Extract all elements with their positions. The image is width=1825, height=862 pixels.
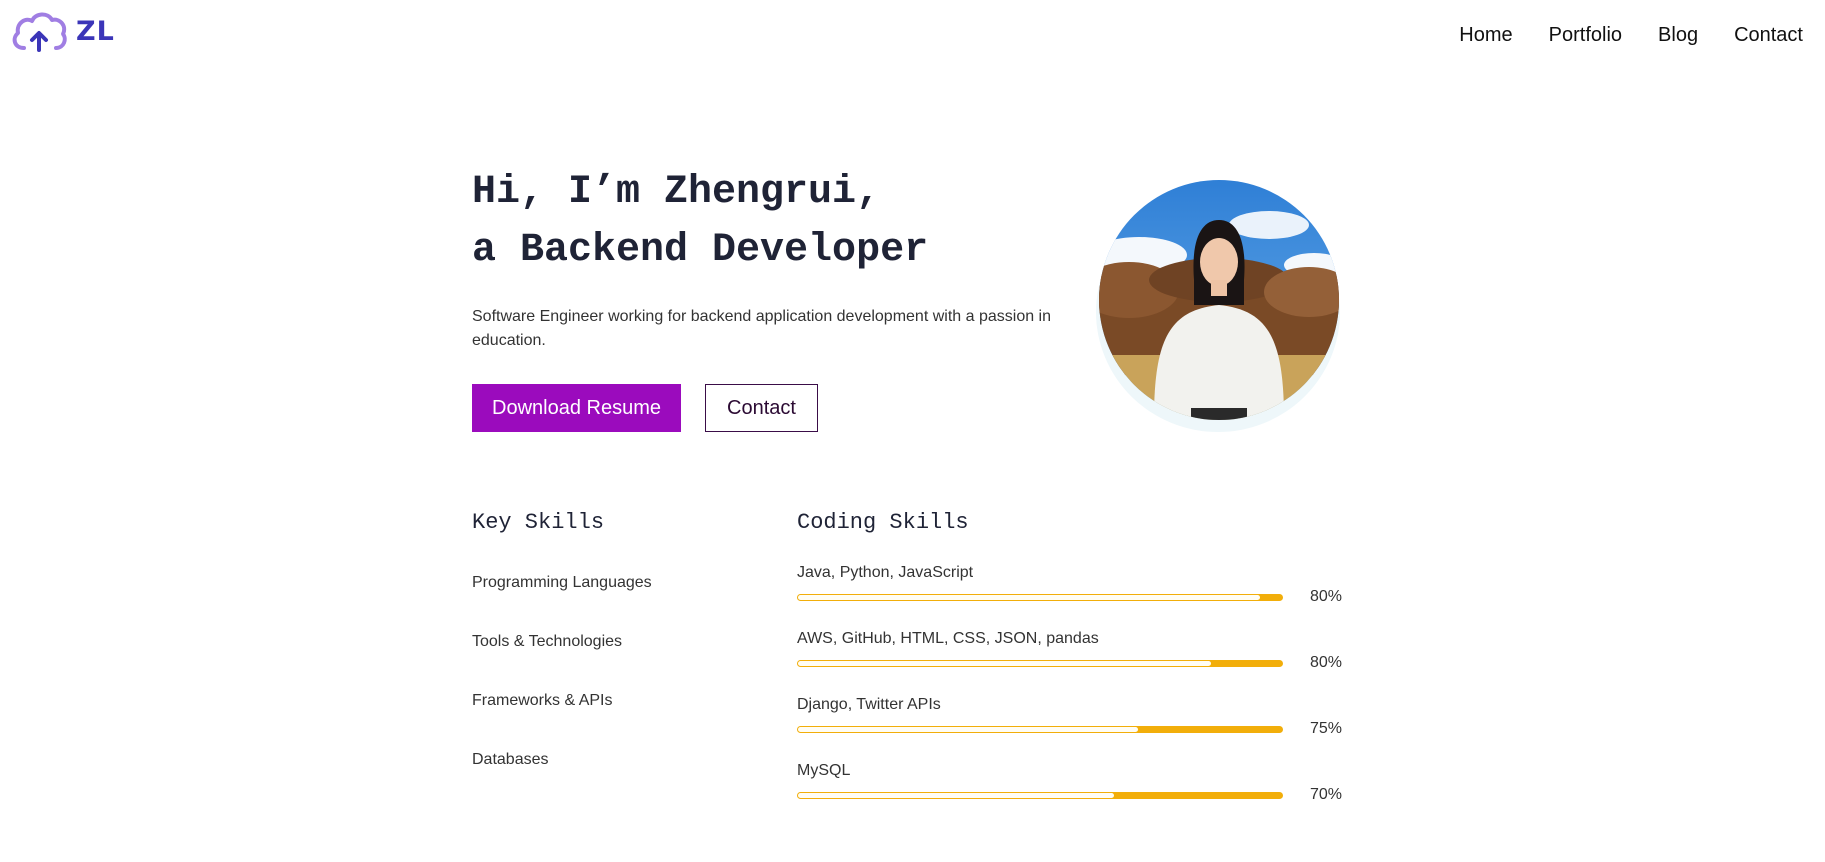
skill-progress-bar xyxy=(797,726,1283,733)
download-resume-button[interactable]: Download Resume xyxy=(472,384,681,432)
coding-skill-label: AWS, GitHub, HTML, CSS, JSON, pandas xyxy=(797,630,1099,647)
skill-progress-track xyxy=(798,727,1139,732)
coding-skill-percent: 70% xyxy=(1310,786,1343,803)
skill-progress-bar xyxy=(797,792,1283,799)
logo-text: ZL xyxy=(76,15,115,47)
logo[interactable]: ZL xyxy=(10,10,115,52)
coding-skills-title: Coding Skills xyxy=(797,510,969,535)
key-skill-item: Programming Languages xyxy=(472,574,652,591)
profile-photo xyxy=(1096,180,1342,433)
nav-blog[interactable]: Blog xyxy=(1658,24,1698,47)
nav-contact[interactable]: Contact xyxy=(1734,24,1803,47)
coding-skill-label: Django, Twitter APIs xyxy=(797,696,941,713)
contact-button[interactable]: Contact xyxy=(705,384,818,432)
nav-portfolio[interactable]: Portfolio xyxy=(1549,24,1622,47)
cloud-upload-icon xyxy=(12,12,67,52)
skill-progress-track xyxy=(798,793,1114,798)
nav-home[interactable]: Home xyxy=(1459,24,1512,47)
key-skill-item: Frameworks & APIs xyxy=(472,692,613,709)
hero-title-line-1: Hi, I’m Zhengrui, xyxy=(472,170,881,215)
coding-skill-percent: 80% xyxy=(1310,588,1343,605)
main-nav: Home Portfolio Blog Contact xyxy=(1459,24,1803,47)
skill-progress-track xyxy=(798,595,1260,600)
skill-progress-bar xyxy=(797,660,1283,667)
coding-skill-label: MySQL xyxy=(797,762,851,779)
skill-progress-bar xyxy=(797,594,1283,601)
skill-progress-track xyxy=(798,661,1212,666)
key-skills-title: Key Skills xyxy=(472,510,605,535)
key-skill-item: Databases xyxy=(472,751,549,768)
hero-title: Hi, I’m Zhengrui, a Backend Developer xyxy=(472,164,928,280)
hero-subtitle: Software Engineer working for backend ap… xyxy=(472,308,1052,349)
coding-skill-percent: 75% xyxy=(1310,720,1343,737)
hero-title-line-2: a Backend Developer xyxy=(472,228,929,273)
coding-skill-percent: 80% xyxy=(1310,654,1343,671)
coding-skill-label: Java, Python, JavaScript xyxy=(797,564,974,581)
portrait-image xyxy=(1099,180,1339,420)
key-skill-item: Tools & Technologies xyxy=(472,633,623,650)
avatar xyxy=(1099,180,1339,420)
